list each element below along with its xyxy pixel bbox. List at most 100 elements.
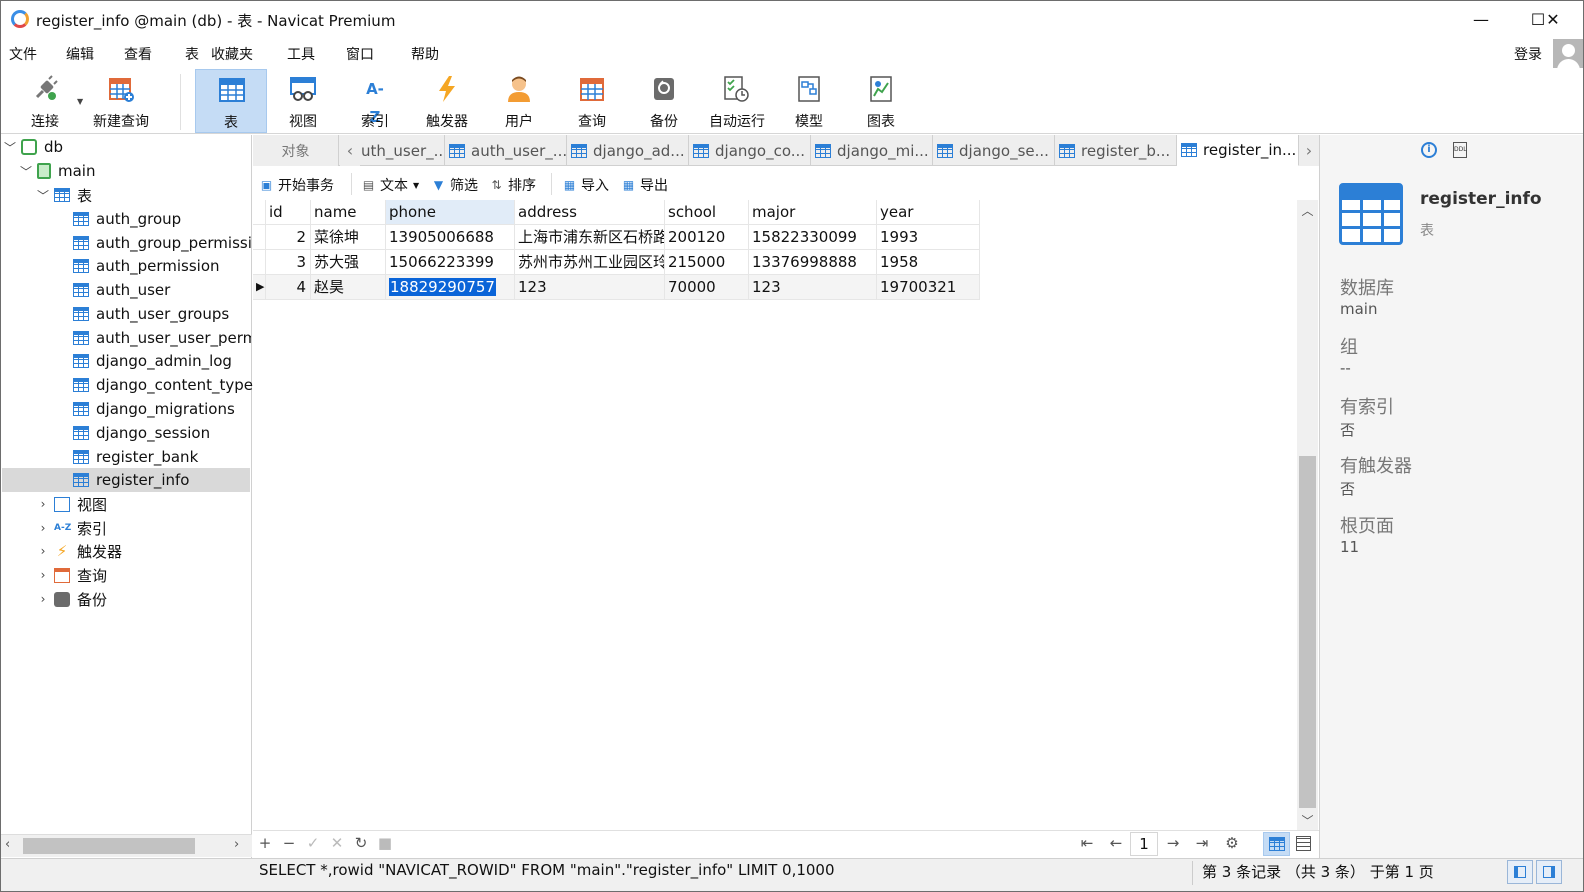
scroll-down-icon[interactable]: ﹀ — [1297, 810, 1318, 830]
chevron-down-icon[interactable]: ﹀ — [19, 163, 33, 180]
close-icon[interactable]: ✕ — [1524, 1, 1582, 38]
row-indicator[interactable] — [253, 225, 266, 250]
menu-favorites[interactable]: 收藏夹 — [211, 44, 253, 64]
selected-cell-value[interactable]: 18829290757 — [389, 278, 496, 296]
tree-table-item[interactable]: django_session — [73, 421, 251, 445]
tree-table-item[interactable]: auth_group — [73, 207, 251, 231]
tab-django-migrations[interactable]: django_mi... — [811, 135, 933, 166]
filter-button[interactable]: ▼ 筛选 — [431, 175, 478, 195]
table-cell[interactable]: 4 — [266, 275, 311, 300]
chevron-right-icon[interactable]: › — [36, 544, 50, 558]
menu-help[interactable]: 帮助 — [411, 44, 439, 64]
menu-view[interactable]: 查看 — [124, 44, 152, 64]
auto-run-button[interactable]: 自动运行 — [700, 69, 774, 133]
table-cell[interactable]: 123 — [515, 275, 665, 300]
scroll-right-icon[interactable]: › — [234, 837, 239, 852]
tab-register-bank[interactable]: register_b... — [1055, 135, 1177, 166]
tree-table-item[interactable]: auth_user — [73, 278, 251, 302]
tree-table-item[interactable]: register_bank — [73, 445, 251, 469]
chevron-down-icon[interactable]: ﹀ — [3, 139, 17, 156]
chevron-right-icon[interactable]: › — [36, 592, 50, 606]
chevron-down-icon[interactable]: ﹀ — [36, 187, 50, 204]
table-cell[interactable]: 菜徐坤 — [311, 225, 386, 250]
table-cell[interactable]: 15822330099 — [749, 225, 877, 250]
tree-table-item[interactable]: auth_user_groups — [73, 302, 251, 326]
new-query-button[interactable]: 新建查询 — [85, 69, 157, 133]
tree-node-triggers[interactable]: › ⚡ 触发器 — [36, 539, 122, 563]
menu-window[interactable]: 窗口 — [346, 44, 374, 64]
current-row-indicator[interactable]: ▶ — [253, 275, 266, 300]
tab-register-info[interactable]: register_in... — [1177, 135, 1299, 166]
connect-dropdown-icon[interactable]: ▼ — [77, 97, 83, 106]
tree-table-item[interactable]: auth_group_permissio — [73, 231, 251, 255]
column-header-major[interactable]: major — [749, 200, 877, 225]
minimize-button[interactable]: — — [1452, 1, 1510, 38]
page-number-input[interactable]: 1 — [1130, 832, 1158, 856]
trigger-button[interactable]: 触发器 — [411, 69, 483, 133]
grid-scroll-thumb[interactable] — [1299, 456, 1316, 808]
prev-page-button[interactable]: ← — [1106, 834, 1126, 852]
menu-table[interactable]: 表 — [185, 44, 199, 64]
row-indicator[interactable] — [253, 250, 266, 275]
chevron-right-icon[interactable]: › — [36, 521, 50, 535]
column-header-school[interactable]: school — [665, 200, 749, 225]
stop-button[interactable]: ■ — [375, 834, 395, 852]
gear-icon[interactable]: ⚙ — [1222, 834, 1242, 852]
table-cell[interactable]: 苏州市苏州工业园区玲 — [515, 250, 665, 275]
table-button[interactable]: 表 — [195, 69, 267, 133]
ddl-icon[interactable]: DDL — [1453, 142, 1467, 158]
export-button[interactable]: ▦ 导出 — [621, 175, 668, 195]
table-cell[interactable]: 215000 — [665, 250, 749, 275]
column-header-year[interactable]: year — [877, 200, 980, 225]
table-cell[interactable]: 13376998888 — [749, 250, 877, 275]
user-button[interactable]: 用户 — [483, 69, 555, 133]
chevron-right-icon[interactable]: › — [36, 568, 50, 582]
column-header-id[interactable]: id — [266, 200, 311, 225]
tree-node-main[interactable]: ﹀ main — [19, 159, 96, 183]
table-cell[interactable]: 13905006688 — [386, 225, 515, 250]
refresh-button[interactable]: ↻ — [351, 834, 371, 852]
table-cell[interactable]: 70000 — [665, 275, 749, 300]
column-header-address[interactable]: address — [515, 200, 665, 225]
table-cell[interactable]: 上海市浦东新区石桥路 — [515, 225, 665, 250]
scroll-up-icon[interactable]: ︿ — [1297, 200, 1318, 220]
tab-django-content[interactable]: django_co... — [689, 135, 811, 166]
tree-node-backups[interactable]: › 备份 — [36, 587, 107, 611]
table-cell[interactable]: 1958 — [877, 250, 980, 275]
view-button[interactable]: 视图 — [267, 69, 339, 133]
apply-changes-button[interactable]: ✓ — [303, 834, 323, 852]
column-header-name[interactable]: name — [311, 200, 386, 225]
begin-transaction-button[interactable]: ▣ 开始事务 — [259, 175, 334, 195]
tab-objects[interactable]: 对象 — [253, 135, 339, 166]
connect-button[interactable]: 连接 — [9, 69, 81, 133]
column-header-phone[interactable]: phone — [386, 200, 515, 225]
tab-auth-user-2[interactable]: auth_user_... — [445, 135, 567, 166]
tree-table-item[interactable]: auth_user_user_permi — [73, 326, 251, 350]
tree-table-item-selected[interactable]: register_info — [2, 468, 250, 492]
first-page-button[interactable]: ⇤ — [1077, 834, 1097, 852]
delete-record-button[interactable]: − — [279, 834, 299, 852]
tab-auth-user-1[interactable]: uth_user_... — [357, 135, 445, 166]
add-record-button[interactable]: + — [255, 834, 275, 852]
query-button[interactable]: 查询 — [556, 69, 628, 133]
table-cell[interactable]: 2 — [266, 225, 311, 250]
model-button[interactable]: 模型 — [773, 69, 845, 133]
tree-node-views[interactable]: › 视图 — [36, 492, 107, 516]
last-page-button[interactable]: ⇥ — [1192, 834, 1212, 852]
table-cell[interactable]: 123 — [749, 275, 877, 300]
tree-node-queries[interactable]: › 查询 — [36, 563, 107, 587]
tree-node-indexes[interactable]: › A-Z 索引 — [36, 516, 107, 540]
menu-edit[interactable]: 编辑 — [66, 44, 94, 64]
scroll-left-icon[interactable]: ‹ — [5, 837, 10, 852]
next-page-button[interactable]: → — [1163, 834, 1183, 852]
grid-view-button[interactable] — [1263, 832, 1290, 856]
menu-file[interactable]: 文件 — [9, 44, 37, 64]
tree-table-item[interactable]: django_migrations — [73, 397, 251, 421]
tab-scroll-right-icon[interactable]: › — [1299, 135, 1319, 166]
text-button[interactable]: ▤ 文本 ▼ — [361, 175, 419, 195]
chevron-right-icon[interactable]: › — [36, 497, 50, 511]
tree-table-item[interactable]: django_content_type — [73, 373, 253, 397]
menu-tools[interactable]: 工具 — [287, 44, 315, 64]
index-button[interactable]: A-Z 索引 — [339, 69, 411, 133]
tab-django-admin[interactable]: django_ad... — [567, 135, 689, 166]
